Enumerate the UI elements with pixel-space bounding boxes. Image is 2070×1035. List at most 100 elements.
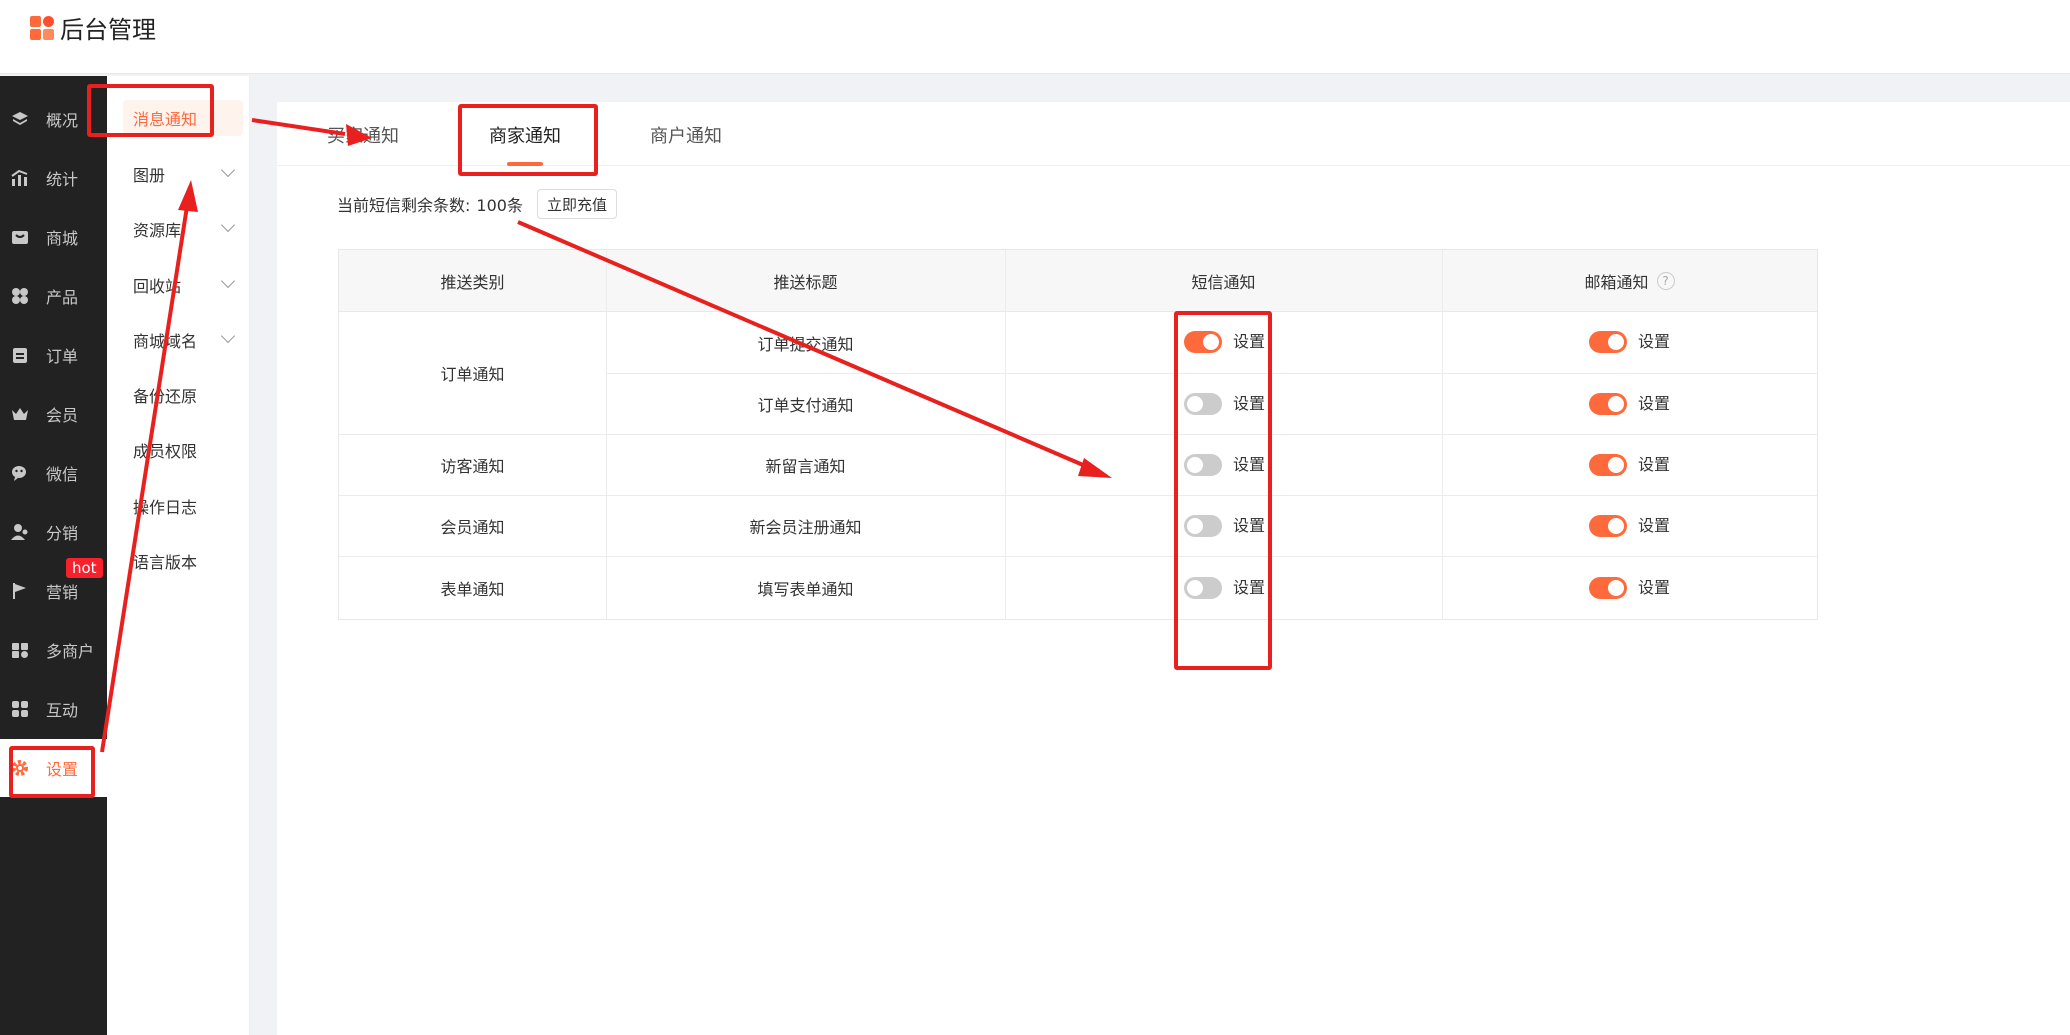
tab-vendor-notify[interactable]: 商户通知	[650, 122, 722, 152]
sidebar-item-label: 微信	[46, 465, 79, 484]
subnav-item-label: 图册	[133, 166, 166, 185]
sidebar-item-stats[interactable]: 统计	[0, 149, 107, 207]
wechat-icon	[12, 466, 26, 481]
sidebar-item-wechat[interactable]: 微信	[0, 444, 107, 502]
column-header-sms: 短信通知	[1191, 273, 1256, 292]
email-toggle[interactable]	[1589, 454, 1627, 476]
sidebar-item-order[interactable]: 订单	[0, 326, 107, 384]
notify-title-cell: 新会员注册通知	[749, 518, 862, 537]
sms-toggle[interactable]	[1184, 393, 1222, 415]
logo-icon	[30, 16, 56, 42]
sidebar-item-overview[interactable]: 概况	[0, 90, 107, 148]
sms-balance-label: 当前短信剩余条数:	[337, 196, 471, 215]
sidebar-item-label: 会员	[46, 406, 79, 425]
chart-icon	[11, 169, 28, 186]
subnav-item-label: 成员权限	[133, 442, 198, 461]
sidebar-item-label: 产品	[46, 288, 79, 307]
product-icon	[12, 288, 28, 304]
clipboard-icon	[13, 348, 27, 363]
sidebar-item-label: 分销	[46, 524, 79, 543]
email-toggle[interactable]	[1589, 515, 1627, 537]
email-settings-link[interactable]: 设置	[1638, 577, 1670, 599]
recharge-button[interactable]: 立即充值	[536, 189, 617, 219]
subnav-item-resources[interactable]: 资源库	[123, 211, 243, 247]
column-header-email-label: 邮箱通知	[1584, 273, 1649, 292]
sms-settings-link[interactable]: 设置	[1233, 331, 1265, 353]
tab-buyer-notify[interactable]: 买家通知	[327, 122, 399, 152]
sidebar-item-label: 多商户	[46, 642, 95, 661]
sidebar-item-label: 商城	[46, 229, 79, 248]
email-settings-link[interactable]: 设置	[1638, 393, 1670, 415]
sms-toggle[interactable]	[1184, 515, 1222, 537]
settings-subnav: 消息通知 图册 资源库 回收站 商城域名 备份还原 成员权限 操作日志 语言版本	[107, 76, 250, 1035]
main-sidebar-menu: 概况 统计 商城 产品 订单 会员 微信 分销 营销 多商户 互动 设置 hot	[0, 76, 107, 1035]
interact-icon	[12, 701, 28, 717]
notification-table: 推送类别 推送标题 短信通知 邮箱通知 ? 订单通知 访客通知 会员通知 表单通…	[338, 249, 1818, 620]
subnav-item-backup[interactable]: 备份还原	[123, 377, 243, 413]
tab-merchant-notify[interactable]: 商家通知	[489, 122, 561, 152]
chevron-down-icon	[220, 162, 236, 178]
subnav-item-domain[interactable]: 商城域名	[123, 322, 243, 358]
content-gutter	[250, 76, 276, 1035]
sms-toggle[interactable]	[1184, 577, 1222, 599]
email-settings-link[interactable]: 设置	[1638, 454, 1670, 476]
subnav-item-message-notify[interactable]: 消息通知	[123, 100, 243, 136]
sms-toggle[interactable]	[1184, 331, 1222, 353]
users-icon	[11, 524, 28, 540]
sidebar-item-label: 设置	[46, 760, 79, 779]
category-cell: 访客通知	[440, 457, 505, 476]
sidebar-item-settings[interactable]: 设置	[0, 739, 107, 797]
email-toggle[interactable]	[1589, 577, 1627, 599]
sidebar-item-label: 订单	[46, 347, 79, 366]
email-settings-link[interactable]: 设置	[1638, 331, 1670, 353]
subnav-item-label: 消息通知	[133, 110, 198, 129]
gear-icon	[12, 760, 28, 776]
active-tab-indicator	[507, 162, 543, 166]
sidebar-item-label: 概况	[46, 111, 79, 130]
subnav-item-label: 资源库	[133, 221, 182, 240]
chevron-down-icon	[220, 273, 236, 289]
subnav-item-recycle-bin[interactable]: 回收站	[123, 267, 243, 303]
chevron-down-icon	[220, 217, 236, 233]
layers-icon	[12, 112, 28, 125]
subnav-item-language[interactable]: 语言版本	[123, 543, 243, 579]
column-header-email: 邮箱通知 ?	[1442, 250, 1817, 312]
sidebar-item-multi-merchant[interactable]: 多商户	[0, 621, 107, 679]
sms-toggle[interactable]	[1184, 454, 1222, 476]
column-header-title: 推送标题	[773, 273, 838, 292]
email-settings-link[interactable]: 设置	[1638, 515, 1670, 537]
sms-settings-link[interactable]: 设置	[1233, 393, 1265, 415]
subnav-item-label: 备份还原	[133, 387, 198, 406]
sms-settings-link[interactable]: 设置	[1233, 515, 1265, 537]
flag-icon	[13, 583, 26, 599]
sms-settings-link[interactable]: 设置	[1233, 577, 1265, 599]
sidebar-item-mall[interactable]: 商城	[0, 208, 107, 266]
subnav-item-operation-log[interactable]: 操作日志	[123, 488, 243, 524]
sidebar-item-distribution[interactable]: 分销	[0, 503, 107, 561]
app-title: 后台管理	[60, 16, 156, 44]
category-cell: 会员通知	[440, 518, 505, 537]
notify-title-cell: 订单支付通知	[757, 396, 854, 415]
email-toggle[interactable]	[1589, 393, 1627, 415]
notify-title-cell: 填写表单通知	[757, 580, 854, 599]
subnav-item-label: 回收站	[133, 277, 182, 296]
subnav-item-label: 操作日志	[133, 498, 198, 517]
subnav-item-permissions[interactable]: 成员权限	[123, 432, 243, 468]
subnav-item-label: 商城域名	[133, 332, 198, 351]
store-icon	[12, 643, 28, 658]
sms-balance-row: 当前短信剩余条数: 100条 立即充值	[337, 187, 617, 221]
subnav-item-label: 语言版本	[133, 553, 198, 572]
sidebar-item-product[interactable]: 产品	[0, 267, 107, 325]
sms-settings-link[interactable]: 设置	[1233, 454, 1265, 476]
subnav-item-album[interactable]: 图册	[123, 156, 243, 192]
main-panel: 买家通知 商家通知 商户通知 当前短信剩余条数: 100条 立即充值 推送类别 …	[277, 102, 2070, 1035]
notify-title-cell: 新留言通知	[765, 457, 846, 476]
help-icon[interactable]: ?	[1656, 272, 1675, 290]
sidebar-item-interact[interactable]: 互动	[0, 680, 107, 738]
mall-icon	[12, 231, 28, 244]
sidebar-item-label: 统计	[46, 170, 79, 189]
category-cell: 表单通知	[440, 580, 505, 599]
email-toggle[interactable]	[1589, 331, 1627, 353]
sidebar-item-member[interactable]: 会员	[0, 385, 107, 443]
crown-icon	[12, 408, 28, 420]
